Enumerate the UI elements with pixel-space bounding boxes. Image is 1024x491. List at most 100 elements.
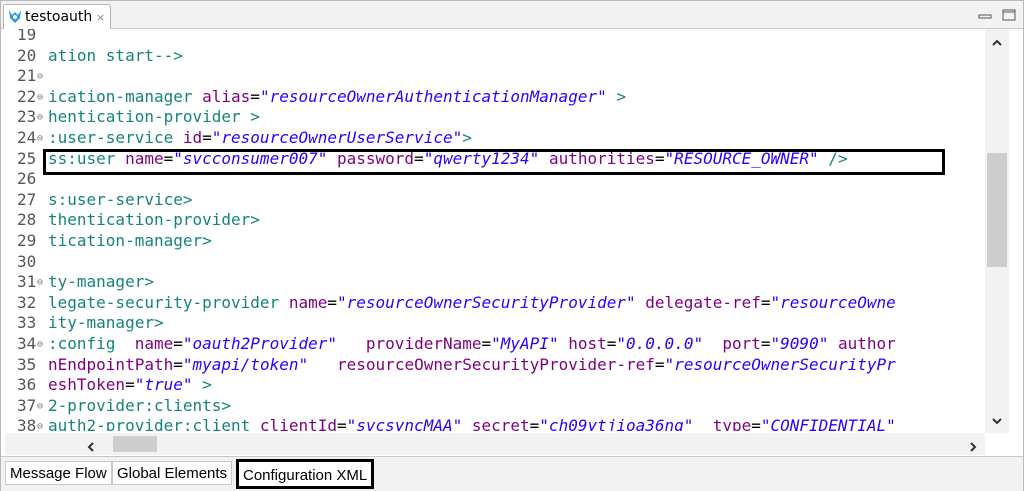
- code-token: >: [192, 375, 212, 394]
- editor-title-bar: testoauth ×: [1, 1, 1023, 29]
- line-number: 21: [17, 66, 37, 85]
- line-number: 34: [17, 334, 37, 353]
- code-token: providerName: [365, 334, 482, 353]
- code-token: "resourceOwnerAuthenticationManager": [259, 87, 607, 106]
- code-token: secret: [471, 416, 530, 431]
- code-text: s:user-service>: [48, 190, 193, 210]
- code-token: "oauth2Provider": [182, 334, 337, 353]
- line-number: 25: [17, 149, 37, 168]
- code-token: clientId: [259, 416, 337, 431]
- fold-toggle-icon[interactable]: ⊖: [37, 67, 43, 87]
- code-token: type: [712, 416, 752, 431]
- code-token: =: [760, 334, 771, 353]
- code-token: ity-manager>: [48, 313, 164, 332]
- code-token: =: [250, 87, 260, 106]
- line-number: 35: [17, 355, 37, 374]
- horizontal-scroll-thumb[interactable]: [113, 436, 157, 452]
- xml-code-editor[interactable]: 19 20 ation start--> 21 ⊖ 22 ⊖ ication-manager …: [5, 29, 985, 431]
- code-token: =: [202, 128, 212, 147]
- code-token: tication-manager>: [48, 231, 212, 250]
- code-token: "resourceOwnerSecurityProvider": [337, 293, 636, 312]
- code-token: host: [568, 334, 607, 353]
- code-text: eshToken="true" >: [48, 375, 212, 395]
- tab-configuration-xml[interactable]: Configuration XML: [236, 459, 375, 489]
- code-token: =: [529, 416, 540, 431]
- code-token: :config: [48, 334, 135, 353]
- fold-toggle-icon[interactable]: ⊖: [37, 417, 43, 431]
- line-number: 28: [17, 210, 37, 229]
- scroll-up-icon[interactable]: [990, 35, 1004, 49]
- code-token: name: [134, 334, 174, 353]
- code-token: ty-manager>: [48, 272, 154, 291]
- line-number: 37: [17, 396, 37, 415]
- close-icon[interactable]: ×: [96, 12, 105, 23]
- code-token: "true": [134, 375, 193, 394]
- vertical-scrollbar[interactable]: [985, 29, 1009, 433]
- code-token: "9090": [770, 334, 829, 353]
- line-number: 29: [17, 231, 37, 250]
- code-text: auth2-provider:client clientId="svcsyncM…: [48, 416, 896, 431]
- editor-window: testoauth × 19 20 ation start--> 21 ⊖ 22 ⊖ icat…: [0, 0, 1024, 491]
- code-token: "resourceOwne: [770, 293, 896, 312]
- editor-tab-title: testoauth: [25, 9, 93, 25]
- line-number: 27: [17, 190, 37, 209]
- fold-toggle-icon[interactable]: ⊖: [37, 273, 43, 293]
- code-token: =: [481, 334, 492, 353]
- code-token: id: [182, 128, 203, 147]
- code-token: ation start-->: [48, 46, 183, 65]
- line-number: 30: [17, 252, 37, 271]
- vertical-scroll-thumb[interactable]: [987, 153, 1007, 267]
- tab-global-elements[interactable]: Global Elements: [112, 461, 233, 485]
- line-number: 26: [17, 169, 37, 188]
- code-token: ication-manager: [48, 87, 203, 106]
- code-token: >: [462, 128, 472, 147]
- fold-toggle-icon[interactable]: ⊖: [37, 129, 43, 149]
- fold-toggle-icon[interactable]: ⊖: [37, 397, 43, 417]
- code-token: name: [288, 293, 328, 312]
- minimize-icon[interactable]: [977, 7, 993, 20]
- code-text: tication-manager>: [48, 231, 212, 251]
- scroll-right-icon[interactable]: [967, 438, 979, 452]
- code-text: :config name="oauth2Provider" providerNa…: [48, 334, 896, 354]
- code-token: port: [722, 334, 761, 353]
- code-token: =: [751, 416, 761, 431]
- code-text: ity-manager>: [48, 313, 164, 333]
- code-token: resourceOwnerSecurityProvider-ref: [337, 355, 655, 374]
- line-number: 32: [17, 293, 37, 312]
- fold-toggle-icon[interactable]: ⊖: [37, 335, 43, 355]
- line-number: 38: [17, 416, 37, 431]
- fold-toggle-icon[interactable]: ⊖: [37, 88, 43, 108]
- code-text: ation start-->: [48, 46, 183, 66]
- code-token: "resourceOwnerUserService": [211, 128, 463, 147]
- code-text: hentication-provider >: [48, 107, 260, 127]
- maximize-icon[interactable]: [1001, 7, 1017, 21]
- code-token: author: [837, 334, 896, 353]
- editor-tab-testoauth[interactable]: testoauth ×: [3, 4, 111, 29]
- scroll-left-icon[interactable]: [85, 438, 97, 452]
- line-number: 33: [17, 313, 37, 332]
- code-text: ty-manager>: [48, 272, 154, 292]
- code-text: :user-service id="resourceOwnerUserServi…: [48, 128, 472, 148]
- scroll-down-icon[interactable]: [990, 413, 1004, 427]
- code-text: legate-security-provider name="resourceO…: [48, 293, 896, 313]
- bottom-tab-bar: Message Flow Global Elements Configurati…: [1, 456, 1023, 491]
- code-token: =: [336, 416, 347, 431]
- code-text: ication-manager alias="resourceOwnerAuth…: [48, 87, 626, 107]
- horizontal-scrollbar[interactable]: [5, 433, 985, 455]
- highlight-box: [43, 149, 945, 175]
- fold-toggle-icon[interactable]: ⊖: [37, 108, 43, 128]
- code-token: thentication-provider>: [48, 210, 260, 229]
- code-token: hentication-provider >: [48, 107, 260, 126]
- code-token: nEndpointPath: [48, 355, 174, 374]
- code-token: "0.0.0.0": [616, 334, 704, 353]
- tab-message-flow[interactable]: Message Flow: [5, 461, 112, 485]
- code-token: "myapi/token": [182, 355, 309, 374]
- code-token: >: [606, 87, 626, 106]
- code-token: "ch09ytjioa36nq": [539, 416, 694, 431]
- code-token: =: [173, 334, 183, 353]
